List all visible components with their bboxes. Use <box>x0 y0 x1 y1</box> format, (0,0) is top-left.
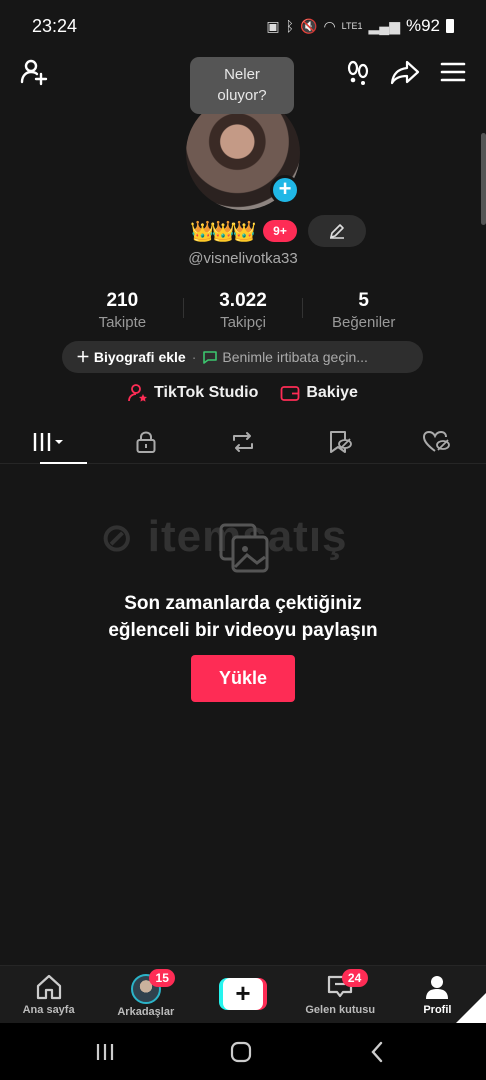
chat-bubble-icon <box>203 351 218 364</box>
divider <box>182 298 184 318</box>
edit-profile-button[interactable] <box>308 215 366 247</box>
nav-friends[interactable]: Arkadaşlar 15 <box>97 966 194 1023</box>
hidden-heart-icon <box>423 430 451 452</box>
notification-icon: ▣ <box>266 17 280 34</box>
balance-link[interactable]: Bakiye <box>280 383 358 403</box>
stat-likes[interactable]: 5 Beğeniler <box>303 290 424 331</box>
scroll-handle[interactable] <box>481 133 486 225</box>
nav-create[interactable]: + <box>194 966 291 1023</box>
battery-percent: %92 <box>405 16 440 35</box>
profile-icon <box>426 976 449 999</box>
tab-liked[interactable] <box>389 420 486 463</box>
crown-badges-icon[interactable]: 👑👑👑 <box>190 219 257 244</box>
level-badge[interactable]: 9+ <box>263 220 297 242</box>
profile-links: TikTok Studio Bakiye <box>0 383 486 403</box>
plus-icon: + <box>223 978 263 1010</box>
empty-state-message: Son zamanlarda çektiğiniz eğlenceli bir … <box>0 590 486 644</box>
recent-apps-icon[interactable] <box>90 1037 120 1067</box>
inbox-badge: 24 <box>341 969 368 987</box>
username: @visnelivotka33 <box>188 250 298 267</box>
repost-icon <box>233 431 253 452</box>
add-story-icon[interactable]: + <box>270 175 300 205</box>
stat-value: 3.022 <box>219 290 267 311</box>
stat-label: Beğeniler <box>331 314 396 331</box>
tooltip-line-1: Neler <box>224 66 260 83</box>
status-icons: ▣ ᛒ 🔇 ◠ LTE1 ▂▄▆ %92 <box>266 16 454 36</box>
share-icon[interactable] <box>387 54 423 90</box>
system-nav-bar <box>0 1023 486 1080</box>
footprints-icon[interactable] <box>340 54 376 90</box>
mute-icon: 🔇 <box>300 17 318 34</box>
add-friend-icon[interactable] <box>16 54 52 90</box>
upload-button[interactable]: Yükle <box>191 655 295 702</box>
battery-icon <box>446 19 454 33</box>
bluetooth-icon: ᛒ <box>285 18 295 34</box>
bottom-nav: Ana sayfa Arkadaşlar 15 + Gelen kutusu 2… <box>0 965 486 1023</box>
contact-label: Benimle irtibata geçin... <box>222 349 368 365</box>
stat-value: 210 <box>106 290 139 311</box>
nav-home-label: Ana sayfa <box>22 1004 75 1016</box>
empty-photos-icon <box>219 523 269 578</box>
contact-button[interactable]: Benimle irtibata geçin... <box>202 349 368 365</box>
home-icon <box>36 974 61 1000</box>
tab-videos[interactable] <box>0 420 97 464</box>
empty-line-2: eğlenceli bir videoyu paylaşın <box>108 620 378 641</box>
stat-value: 5 <box>358 290 369 311</box>
bio-bar: ＋ Biyografi ekle · Benimle irtibata geçi… <box>62 341 423 373</box>
studio-label: TikTok Studio <box>154 384 259 401</box>
nav-inbox[interactable]: Gelen kutusu 24 <box>292 966 389 1023</box>
corner-overlay-icon <box>456 993 486 1023</box>
tab-private[interactable] <box>97 420 194 463</box>
menu-icon[interactable] <box>435 54 471 90</box>
home-system-icon[interactable] <box>226 1037 256 1067</box>
whats-happening-tooltip[interactable]: Neler oluyor? <box>190 57 294 114</box>
stat-following[interactable]: 210 Takipte <box>62 290 183 331</box>
friends-badge: 15 <box>149 969 176 987</box>
empty-line-1: Son zamanlarda çektiğiniz <box>124 593 362 614</box>
profile-stats: 210 Takipte 3.022 Takipçi 5 Beğeniler <box>62 290 424 331</box>
nav-friends-label: Arkadaşlar <box>117 1006 175 1018</box>
tooltip-line-2: oluyor? <box>217 87 267 104</box>
hidden-bookmark-icon <box>330 430 353 453</box>
stat-label: Takipçi <box>220 314 266 331</box>
watermark-logo-icon: ⊘ <box>100 516 135 560</box>
back-icon[interactable] <box>362 1037 392 1067</box>
separator: · <box>191 349 197 365</box>
wallet-icon <box>280 386 300 401</box>
add-bio-button[interactable]: ＋ Biyografi ekle <box>76 347 186 367</box>
add-bio-label: Biyografi ekle <box>93 349 186 365</box>
tab-favorites[interactable] <box>292 420 389 463</box>
status-bar: 23:24 ▣ ᛒ 🔇 ◠ LTE1 ▂▄▆ %92 <box>0 0 486 54</box>
balance-label: Bakiye <box>306 384 358 401</box>
tab-reposts[interactable] <box>194 420 291 463</box>
stat-followers[interactable]: 3.022 Takipçi <box>182 290 304 331</box>
nav-profile-label: Profil <box>423 1004 452 1016</box>
create-button[interactable]: + <box>219 978 267 1010</box>
nav-inbox-label: Gelen kutusu <box>305 1004 376 1016</box>
stat-label: Takipte <box>98 314 147 331</box>
lock-icon <box>136 431 156 453</box>
network-label: LTE1 <box>341 21 363 31</box>
pencil-icon <box>330 224 344 239</box>
studio-person-icon <box>128 384 148 402</box>
signal-icon: ▂▄▆ <box>368 17 400 34</box>
nav-home[interactable]: Ana sayfa <box>0 966 97 1023</box>
content-tabs <box>0 420 486 464</box>
status-time: 23:24 <box>32 16 78 36</box>
tiktok-studio-link[interactable]: TikTok Studio <box>128 383 258 403</box>
grid-filter-icon <box>33 432 63 451</box>
wifi-icon: ◠ <box>323 17 336 34</box>
